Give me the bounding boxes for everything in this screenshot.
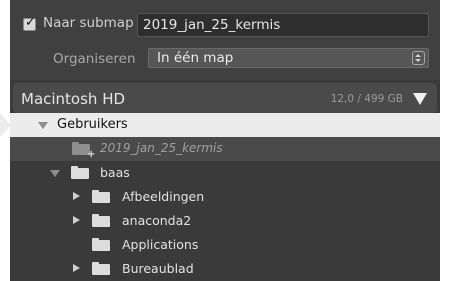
folder-icon — [92, 262, 110, 275]
subfolder-label: Naar submap — [43, 15, 134, 31]
disclosure-down-icon[interactable] — [50, 170, 60, 177]
checkmark-icon: ✓ — [25, 15, 36, 30]
destination-options — [10, 0, 440, 80]
subfolder-name-input[interactable]: 2019_jan_25_kermis — [137, 13, 429, 37]
tree-row-new-folder[interactable]: + 2019_jan_25_kermis — [10, 137, 440, 161]
disclosure-right-icon[interactable] — [73, 264, 80, 272]
subfolder-row: ✓ Naar submap 2019_jan_25_kermis — [0, 13, 430, 37]
volume-size: 12,0 / 499 GB — [330, 93, 403, 105]
disclosure-right-icon[interactable] — [73, 192, 80, 200]
disclosure-right-icon[interactable] — [73, 216, 80, 224]
subfolder-checkbox[interactable]: ✓ — [23, 15, 36, 31]
disclosure-down-icon[interactable] — [38, 122, 48, 129]
tree-label-child: Applications — [122, 237, 199, 252]
volume-name: Macintosh HD — [21, 90, 126, 108]
folder-icon — [92, 238, 110, 251]
folder-icon — [71, 166, 89, 179]
organize-selected-value: In één map — [157, 50, 234, 66]
tree-label-baas: baas — [100, 165, 130, 180]
tree-label-child: anaconda2 — [122, 213, 192, 228]
tree-label-destination: 2019_jan_25_kermis — [100, 141, 223, 155]
volume-header[interactable]: Macintosh HD 12,0 / 499 GB — [12, 82, 438, 114]
organize-label: Organiseren — [53, 51, 136, 67]
tree-row-child[interactable]: anaconda2 — [10, 209, 440, 233]
tree-row-baas[interactable]: baas — [10, 161, 440, 185]
tree-row-gebruikers[interactable]: Gebruikers — [10, 113, 440, 137]
tree-label-gebruikers: Gebruikers — [57, 117, 128, 132]
updown-stepper-icon — [412, 51, 425, 65]
folder-icon — [92, 214, 110, 227]
tree-label-child: Bureaublad — [122, 261, 194, 276]
organize-select[interactable]: In één map — [148, 48, 429, 68]
folder-icon — [92, 190, 110, 203]
tree-row-child[interactable]: Applications — [10, 233, 440, 257]
tree-row-child[interactable]: Afbeeldingen — [10, 185, 440, 209]
new-folder-icon: + — [72, 142, 95, 160]
tree-row-child[interactable]: Bureaublad — [10, 257, 440, 281]
tree-label-child: Afbeeldingen — [122, 189, 205, 204]
collapse-triangle-icon[interactable] — [413, 93, 427, 105]
